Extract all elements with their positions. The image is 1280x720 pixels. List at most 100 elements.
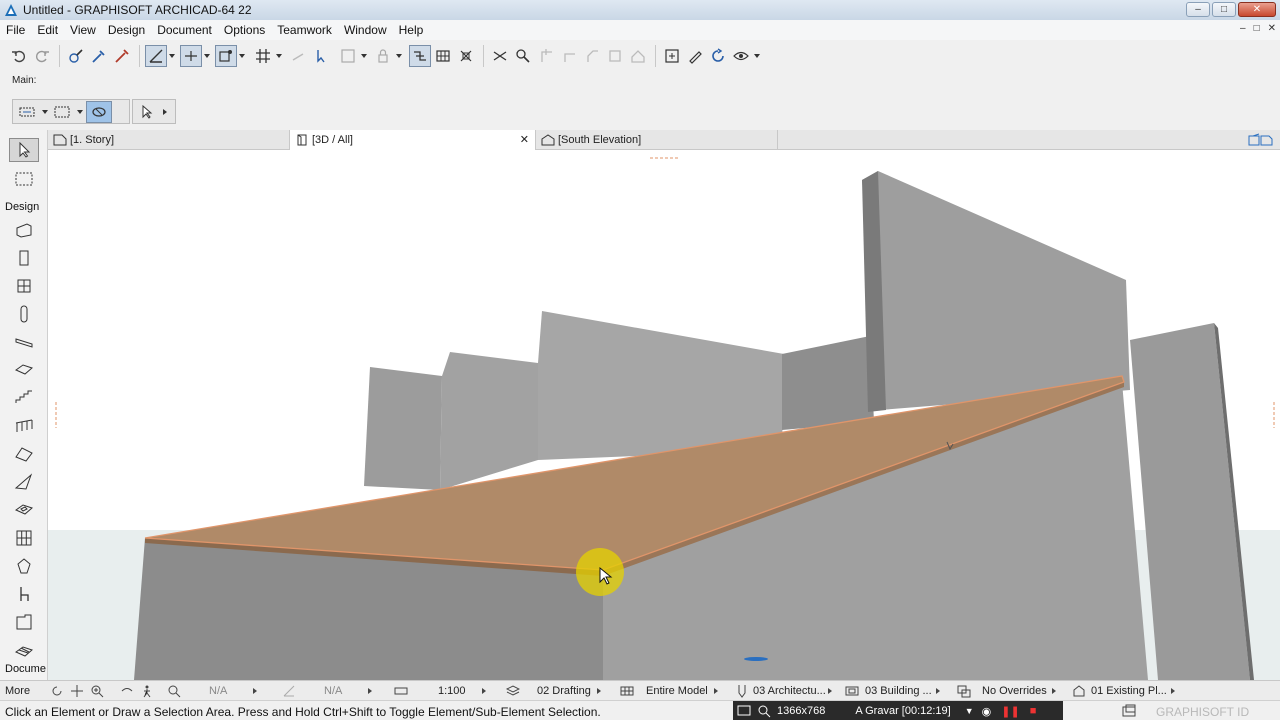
walk-icon[interactable] xyxy=(140,684,154,698)
fillet-button[interactable] xyxy=(558,45,580,67)
tab-floor-plan[interactable]: [1. Story] xyxy=(48,130,290,150)
element-info-button[interactable] xyxy=(661,45,683,67)
scale-control[interactable]: 1:100 xyxy=(394,681,496,701)
grid-dropdown[interactable] xyxy=(275,45,283,67)
menu-help[interactable]: Help xyxy=(393,23,430,37)
more-tools-label[interactable]: More xyxy=(5,681,30,701)
minimize-button[interactable]: – xyxy=(1186,2,1210,17)
angle-control[interactable]: N/A xyxy=(282,681,382,701)
pick-up-parameters-button[interactable] xyxy=(65,45,87,67)
zoom-control[interactable]: N/A xyxy=(167,681,270,701)
window-layout-icon[interactable] xyxy=(1122,704,1136,718)
graphic-overrides-control[interactable]: No Overrides xyxy=(957,681,1067,701)
doc-close-button[interactable]: ✕ xyxy=(1268,23,1276,34)
graphisoft-id-button[interactable]: GRAPHISOFT ID xyxy=(1156,705,1249,719)
maximize-button[interactable]: □ xyxy=(1212,2,1236,17)
doc-restore-button[interactable]: □ xyxy=(1254,23,1260,34)
tab-south-elevation[interactable]: [South Elevation] xyxy=(536,130,778,150)
chamfer-button[interactable] xyxy=(581,45,603,67)
snap-guides-dropdown[interactable] xyxy=(203,45,211,67)
wall-tool[interactable] xyxy=(9,218,39,242)
layer-combination-control[interactable]: 02 Drafting xyxy=(506,681,616,701)
undo-button[interactable] xyxy=(8,45,30,67)
renovation-filter-control[interactable]: 01 Existing Pl... xyxy=(1072,681,1182,701)
arrow-select-button[interactable] xyxy=(136,101,158,123)
intersect-button[interactable] xyxy=(535,45,557,67)
marquee-plan-dropdown[interactable] xyxy=(41,105,49,119)
adjust-button[interactable] xyxy=(512,45,534,67)
trace-reference-button[interactable] xyxy=(409,45,431,67)
grid-snap-button[interactable] xyxy=(252,45,274,67)
roof-tool[interactable] xyxy=(9,442,39,466)
window-tool[interactable] xyxy=(9,274,39,298)
snap-points-button[interactable] xyxy=(215,45,237,67)
mesh-tool[interactable] xyxy=(9,638,39,662)
menu-file[interactable]: File xyxy=(0,23,31,37)
model-view-control[interactable]: 03 Building ... xyxy=(845,681,950,701)
toolbox-design-label[interactable]: Design xyxy=(5,201,39,213)
inject-parameters-button[interactable] xyxy=(111,45,133,67)
guide-lines-dropdown[interactable] xyxy=(168,45,176,67)
railing-tool[interactable] xyxy=(9,414,39,438)
gravity-button[interactable] xyxy=(287,45,309,67)
view-settings-button[interactable] xyxy=(730,45,752,67)
snap-points-dropdown[interactable] xyxy=(238,45,246,67)
marquee-plan-button[interactable] xyxy=(16,101,38,123)
shell-tool[interactable] xyxy=(9,470,39,494)
offset-button[interactable] xyxy=(604,45,626,67)
pen-set-control[interactable]: 03 Architectu... xyxy=(735,681,835,701)
arrow-select-dropdown[interactable] xyxy=(158,108,172,116)
guide-lines-button[interactable] xyxy=(145,45,167,67)
menu-window[interactable]: Window xyxy=(338,23,393,37)
marquee-shape-dropdown[interactable] xyxy=(76,105,84,119)
roof-trim-button[interactable] xyxy=(627,45,649,67)
groups-dropdown[interactable] xyxy=(360,45,368,67)
curtain-wall-tool[interactable] xyxy=(9,526,39,550)
stair-tool[interactable] xyxy=(9,386,39,410)
skylight-tool[interactable] xyxy=(9,498,39,522)
layer-view-button[interactable] xyxy=(432,45,454,67)
stop-record-icon[interactable]: ■ xyxy=(1030,705,1037,717)
object-tool[interactable] xyxy=(9,582,39,606)
view-settings-dropdown[interactable] xyxy=(753,45,761,67)
close-button[interactable]: ✕ xyxy=(1238,2,1276,17)
menu-design[interactable]: Design xyxy=(102,23,151,37)
marquee-shape-button[interactable] xyxy=(51,101,73,123)
annotate-button[interactable] xyxy=(684,45,706,67)
menu-view[interactable]: View xyxy=(64,23,102,37)
tab-3d-all[interactable]: [3D / All] ✕ xyxy=(290,130,536,150)
pan-icon[interactable] xyxy=(70,684,84,698)
explore-icon[interactable] xyxy=(120,684,134,698)
3d-model-canvas[interactable] xyxy=(48,150,1280,680)
marquee-tool[interactable] xyxy=(9,167,39,191)
snap-guides-button[interactable] xyxy=(180,45,202,67)
orbit-icon[interactable] xyxy=(50,684,64,698)
pause-record-icon[interactable]: ❚❚ xyxy=(1001,705,1019,718)
menu-document[interactable]: Document xyxy=(151,23,218,37)
suspend-groups-button[interactable] xyxy=(337,45,359,67)
morph-tool[interactable] xyxy=(9,554,39,578)
tab-list-button[interactable] xyxy=(1248,133,1274,150)
menu-edit[interactable]: Edit xyxy=(31,23,64,37)
marquee-3d-button[interactable] xyxy=(86,100,112,123)
arrow-tool[interactable] xyxy=(9,138,39,162)
redo-button[interactable] xyxy=(31,45,53,67)
lock-dropdown[interactable] xyxy=(395,45,403,67)
cursor-snap-button[interactable] xyxy=(310,45,332,67)
toolbox-document-label[interactable]: Docume xyxy=(5,663,46,675)
model-filter-control[interactable]: Entire Model xyxy=(620,681,730,701)
split-button[interactable] xyxy=(489,45,511,67)
camera-icon[interactable]: ◉ xyxy=(982,705,992,718)
slab-tool[interactable] xyxy=(9,358,39,382)
dropdown-arrow-icon[interactable]: ▼ xyxy=(965,706,974,716)
menu-options[interactable]: Options xyxy=(218,23,271,37)
doc-minimize-button[interactable]: – xyxy=(1240,23,1246,34)
door-tool[interactable] xyxy=(9,246,39,270)
zone-tool[interactable] xyxy=(9,610,39,634)
3d-viewport[interactable] xyxy=(48,150,1280,680)
fit-in-window-button[interactable] xyxy=(455,45,477,67)
column-tool[interactable] xyxy=(9,302,39,326)
tab-close-button[interactable]: ✕ xyxy=(520,133,529,146)
beam-tool[interactable] xyxy=(9,330,39,354)
rebuild-button[interactable] xyxy=(707,45,729,67)
